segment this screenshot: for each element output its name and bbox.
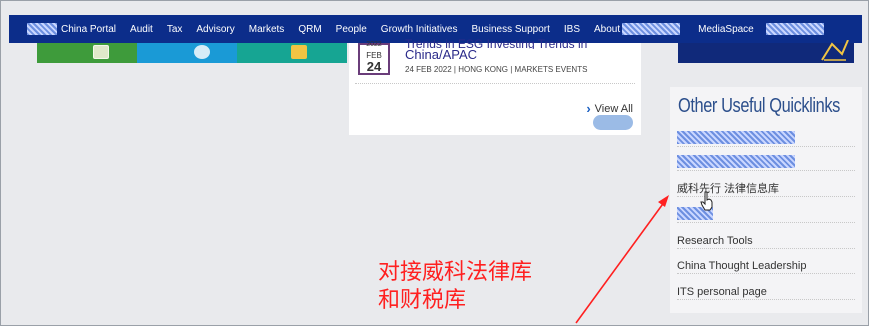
nav-item-china-portal[interactable]: China Portal <box>27 23 116 35</box>
nav-item-audit[interactable]: Audit <box>130 24 153 35</box>
quick-tile-blue[interactable] <box>137 43 247 63</box>
annotation-line-1: 对接威科法律库 <box>378 260 533 285</box>
events-card: 2022 FEB 24 Trends in ESG Investing Tren… <box>349 37 641 135</box>
quick-tile-green[interactable] <box>37 43 147 63</box>
redacted-link-text <box>677 155 795 168</box>
screenshot-frame: China Portal Audit Tax Advisory Markets … <box>0 0 869 326</box>
nav-label: About <box>594 23 621 35</box>
event-title[interactable]: China/APAC <box>405 47 477 62</box>
redacted-text <box>765 23 824 35</box>
chevron-right-icon: › <box>586 101 591 116</box>
quicklinks-title: Other Useful Quicklinks <box>678 95 840 117</box>
view-all-label: View All <box>594 102 633 115</box>
banner-graphic-icon <box>821 40 849 61</box>
nav-label: China Portal <box>61 23 117 35</box>
event-meta: 24 FEB 2022 | HONG KONG | MARKETS EVENTS <box>405 65 588 74</box>
promo-banner[interactable] <box>678 40 854 63</box>
nav-item-people[interactable]: People <box>336 24 367 35</box>
event-day: 24 <box>366 59 382 74</box>
annotation-text: 对接威科法律库 和财税库 <box>378 259 532 315</box>
quick-tile-teal[interactable] <box>237 43 347 63</box>
redacted-link-text <box>677 131 795 144</box>
event-year: 2022 <box>366 41 382 48</box>
nav-item-growth-initiatives[interactable]: Growth Initiatives <box>381 24 458 35</box>
divider <box>355 83 635 84</box>
hand-cursor-icon <box>700 191 713 211</box>
nav-item-ibs[interactable]: IBS <box>564 24 580 35</box>
annotation-line-2: 和财税库 <box>378 288 467 313</box>
nav-item-about[interactable]: About <box>594 23 684 35</box>
quicklink-research-tools[interactable]: Research Tools <box>677 233 855 249</box>
quicklink-china-thought-leadership[interactable]: China Thought Leadership <box>677 258 855 274</box>
nav-item-qrm[interactable]: QRM <box>298 24 321 35</box>
document-icon <box>93 45 109 59</box>
nav-label: MediaSpace <box>698 23 754 35</box>
view-all-button[interactable] <box>593 115 633 130</box>
quicklink-item[interactable] <box>677 131 855 147</box>
event-date-badge: 2022 FEB 24 <box>358 41 390 75</box>
quicklink-its-personal-page[interactable]: ITS personal page <box>677 284 855 300</box>
redacted-logo <box>27 23 57 35</box>
redacted-text <box>622 23 681 35</box>
view-all-link[interactable]: › View All <box>586 101 633 116</box>
nav-item-mediaspace[interactable]: MediaSpace <box>698 23 828 35</box>
globe-icon <box>194 45 210 59</box>
nav-item-tax[interactable]: Tax <box>167 24 183 35</box>
nav-item-markets[interactable]: Markets <box>249 24 285 35</box>
nav-item-business-support[interactable]: Business Support <box>472 24 550 35</box>
quicklink-item[interactable] <box>677 155 855 171</box>
gift-icon <box>291 45 307 59</box>
nav-item-advisory[interactable]: Advisory <box>196 24 234 35</box>
